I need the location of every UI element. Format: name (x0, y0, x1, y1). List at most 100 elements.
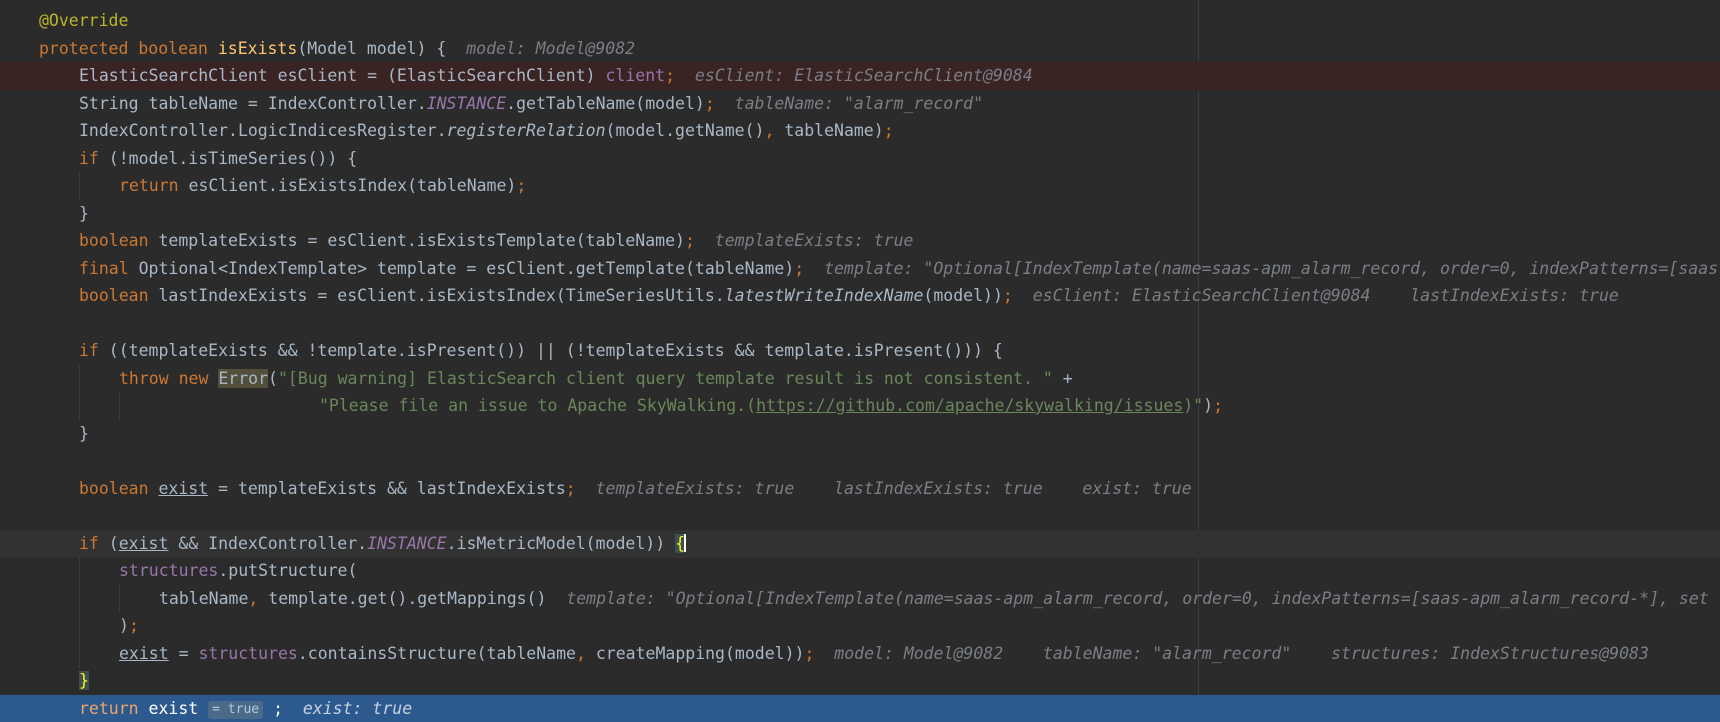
method-name[interactable]: isExists (218, 39, 297, 58)
code-text: .isMetricModel(model)) (446, 534, 676, 553)
keyword: boolean (79, 479, 149, 498)
reassigned-variable: exist (119, 644, 169, 663)
code-text: (model.getName() (605, 121, 765, 140)
closing-brace: } (79, 204, 89, 223)
keyword: boolean (138, 39, 208, 58)
code-line[interactable]: throw new Error("[Bug warning] ElasticSe… (0, 365, 1720, 393)
debug-hint: esClient: ElasticSearchClient@9084 (694, 66, 1033, 85)
code-text: exist (148, 699, 199, 718)
keyword: if (79, 149, 99, 168)
code-text: ( (268, 369, 278, 388)
debug-hint: templateExists: true (714, 231, 914, 250)
debug-hint: model: Model@9082 (466, 39, 636, 58)
semicolon: ; (883, 121, 894, 140)
debug-hint: exist: true (1082, 479, 1192, 498)
keyword: throw (119, 369, 169, 388)
code-text: ( (98, 534, 119, 553)
code-line[interactable]: tableName, template.get().getMappings() … (0, 585, 1720, 613)
code-text: .containsStructure(tableName (297, 644, 576, 663)
debug-hint: model: Model@9082 (834, 644, 1004, 663)
debug-hint: tableName: "alarm_record" (1042, 644, 1292, 663)
code-text: createMapping(model)) (585, 644, 805, 663)
code-text: + (1052, 369, 1073, 388)
code-line[interactable]: boolean lastIndexExists = esClient.isExi… (0, 282, 1720, 310)
code-line[interactable]: boolean exist = templateExists && lastIn… (0, 475, 1720, 503)
static-field: INSTANCE (367, 534, 447, 553)
code-line[interactable]: IndexController.LogicIndicesRegister.reg… (0, 117, 1720, 145)
code-text: .getTableName(model) (506, 94, 705, 113)
code-line[interactable]: structures.putStructure( (0, 557, 1720, 585)
indent-guide (79, 172, 80, 200)
keyword: return (119, 176, 179, 195)
code-line[interactable]: exist = structures.containsStructure(tab… (0, 640, 1720, 668)
code-line[interactable]: if (!model.isTimeSeries()) { (0, 145, 1720, 173)
keyword: boolean (79, 231, 149, 250)
keyword: boolean (79, 286, 149, 305)
debug-hint: structures: IndexStructures@9083 (1331, 644, 1649, 663)
indent-guide (119, 392, 120, 420)
inline-value-badge: = true (208, 701, 264, 719)
code-line[interactable]: ); (0, 612, 1720, 640)
code-text: tableName (159, 589, 249, 608)
closing-brace: } (79, 424, 89, 443)
code-text: Optional<IndexTemplate> template = esCli… (128, 259, 795, 278)
keyword: protected (39, 39, 129, 58)
code-line[interactable]: "Please file an issue to Apache SkyWalki… (0, 392, 1720, 420)
debug-hint: lastIndexExists: true (1410, 286, 1619, 305)
indent-guide (79, 365, 80, 393)
keyword: return (79, 699, 139, 718)
keyword: if (79, 534, 99, 553)
static-method: registerRelation (446, 121, 606, 140)
code-line[interactable]: final Optional<IndexTemplate> template =… (0, 255, 1720, 283)
code-line[interactable]: if ((templateExists && !template.isPrese… (0, 337, 1720, 365)
comma: , (764, 121, 775, 140)
semicolon: ; (273, 699, 283, 718)
url-link[interactable]: https://github.com/apache/skywalking/iss… (756, 396, 1183, 415)
code-text: = (168, 644, 199, 663)
code-editor[interactable]: @Override protected boolean isExists(Mod… (0, 0, 1720, 722)
code-line[interactable]: String tableName = IndexController.INSTA… (0, 90, 1720, 118)
highlighted-identifier[interactable]: Error (218, 369, 269, 388)
semicolon: ; (1213, 396, 1223, 415)
reassigned-variable: exist (118, 534, 169, 553)
code-line[interactable]: protected boolean isExists(Model model) … (0, 35, 1720, 63)
code-text: = templateExists && lastIndexExists (208, 479, 566, 498)
reassigned-variable: exist (158, 479, 209, 498)
string-literal: )" (1183, 396, 1204, 415)
current-line[interactable]: if (exist && IndexController.INSTANCE.is… (0, 530, 1720, 558)
debug-hint: esClient: ElasticSearchClient@9084 (1032, 286, 1371, 305)
code-text: ElasticSearchClient esClient = (ElasticS… (79, 66, 606, 85)
static-method: latestWriteIndexName (724, 286, 924, 305)
semicolon: ; (794, 259, 805, 278)
semicolon: ; (516, 176, 527, 195)
code-line[interactable]: } (0, 420, 1720, 448)
semicolon: ; (128, 616, 139, 635)
code-text: .putStructure( (218, 561, 358, 580)
semicolon: ; (684, 231, 695, 250)
code-text: IndexController.LogicIndicesRegister. (79, 121, 447, 140)
semicolon: ; (804, 644, 815, 663)
semicolon: ; (665, 66, 676, 85)
debug-hint: templateExists: true (595, 479, 795, 498)
semicolon: ; (565, 479, 576, 498)
code-line[interactable]: @Override (0, 7, 1720, 35)
code-line[interactable]: } (0, 667, 1720, 695)
debug-hint: tableName: "alarm_record" (734, 94, 984, 113)
execution-point-line[interactable]: return exist = true ; exist: true (0, 695, 1720, 722)
indent-guide (79, 612, 80, 640)
breakpoint-line[interactable]: ElasticSearchClient esClient = (ElasticS… (0, 62, 1720, 90)
field-ref: client (605, 66, 666, 85)
override-annotation: @Override (39, 11, 129, 30)
code-text: ) (119, 616, 129, 635)
code-line[interactable]: } (0, 200, 1720, 228)
code-line[interactable]: return esClient.isExistsIndex(tableName)… (0, 172, 1720, 200)
debug-hint: template: "Optional[IndexTemplate(name=s… (824, 259, 1719, 278)
code-text: esClient.isExistsIndex(tableName) (178, 176, 517, 195)
code-line[interactable]: boolean templateExists = esClient.isExis… (0, 227, 1720, 255)
matched-brace: } (79, 671, 89, 690)
keyword: new (178, 369, 209, 388)
code-text: String tableName = IndexController. (79, 94, 427, 113)
indent-guide (119, 585, 120, 613)
code-text: (model)) (923, 286, 1003, 305)
code-text: template.get().getMappings() (258, 589, 547, 608)
